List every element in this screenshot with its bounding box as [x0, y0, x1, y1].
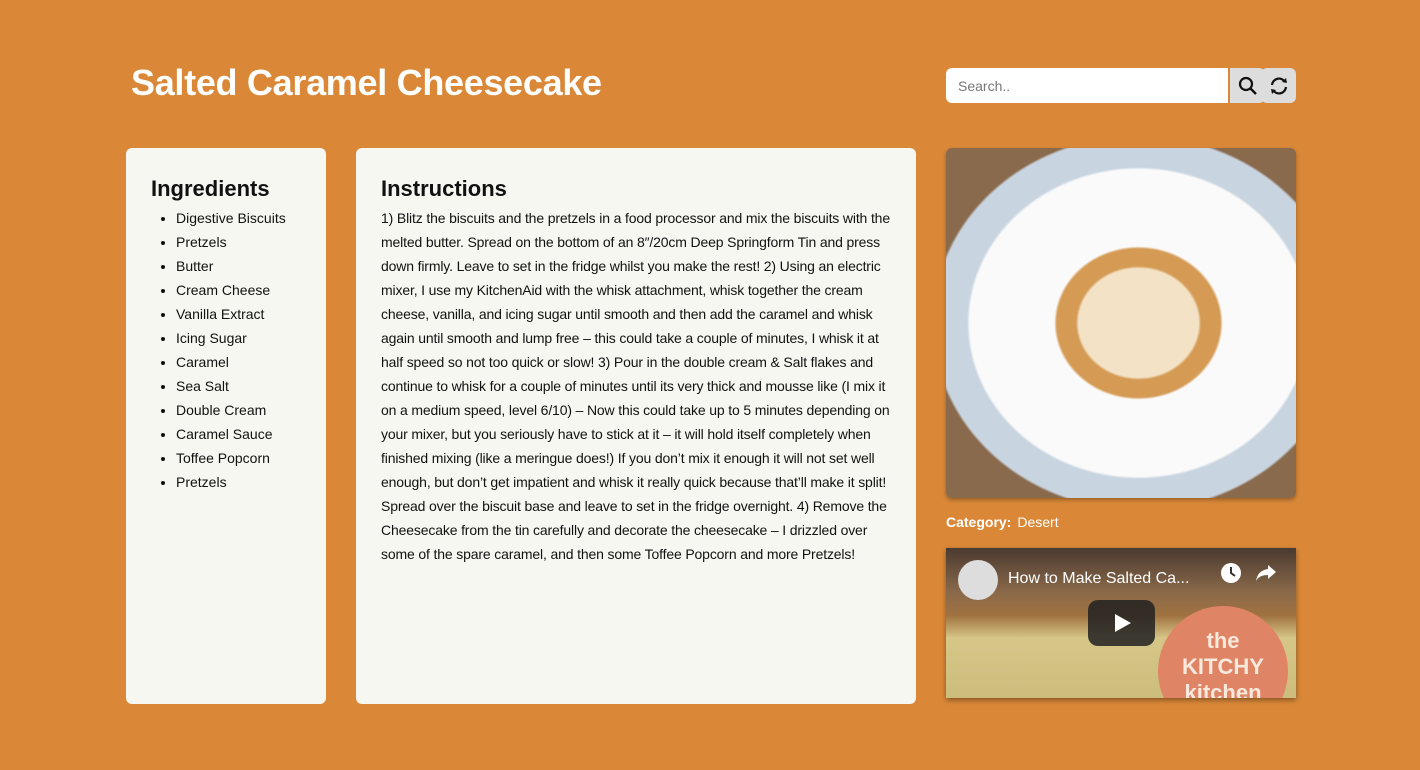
- play-icon: [1114, 614, 1131, 632]
- watch-later-icon[interactable]: [1220, 562, 1242, 584]
- ingredient-item: Vanilla Extract: [176, 302, 306, 326]
- ingredient-item: Butter: [176, 254, 306, 278]
- instructions-heading: Instructions: [381, 176, 507, 201]
- category: Category: Desert: [946, 514, 1059, 530]
- refresh-icon: [1270, 76, 1287, 95]
- channel-logo: the KITCHY kitchen: [1158, 606, 1288, 698]
- ingredients-heading: Ingredients: [151, 176, 270, 201]
- category-value: Desert: [1017, 514, 1059, 530]
- video-embed[interactable]: the KITCHY kitchen How to Make Salted Ca..…: [946, 548, 1296, 698]
- ingredient-item: Double Cream: [176, 398, 306, 422]
- ingredient-item: Toffee Popcorn: [176, 446, 306, 470]
- instructions-panel: Instructions 1) Blitz the biscuits and t…: [356, 148, 916, 704]
- ingredient-item: Sea Salt: [176, 374, 306, 398]
- ingredient-item: Icing Sugar: [176, 326, 306, 350]
- page-title: Salted Caramel Cheesecake: [131, 62, 602, 103]
- ingredient-item: Pretzels: [176, 230, 306, 254]
- channel-avatar[interactable]: [958, 560, 998, 600]
- refresh-button[interactable]: [1261, 68, 1296, 103]
- ingredient-item: Caramel: [176, 350, 306, 374]
- ingredients-panel: Ingredients Digestive Biscuits Pretzels …: [126, 148, 326, 704]
- play-button[interactable]: [1088, 600, 1155, 646]
- share-icon[interactable]: [1254, 562, 1278, 584]
- magnifier-icon: [1238, 76, 1257, 95]
- search-button[interactable]: [1230, 68, 1265, 103]
- category-label: Category:: [946, 514, 1012, 530]
- ingredients-list: Digestive Biscuits Pretzels Butter Cream…: [151, 206, 306, 494]
- ingredient-item: Digestive Biscuits: [176, 206, 306, 230]
- ingredient-item: Caramel Sauce: [176, 422, 306, 446]
- search-input[interactable]: [946, 68, 1228, 103]
- video-title[interactable]: How to Make Salted Ca...: [1008, 570, 1189, 588]
- instructions-text: 1) Blitz the biscuits and the pretzels i…: [381, 210, 890, 562]
- search-bar: [946, 68, 1265, 103]
- ingredient-item: Pretzels: [176, 470, 306, 494]
- recipe-photo: [946, 148, 1296, 498]
- ingredient-item: Cream Cheese: [176, 278, 306, 302]
